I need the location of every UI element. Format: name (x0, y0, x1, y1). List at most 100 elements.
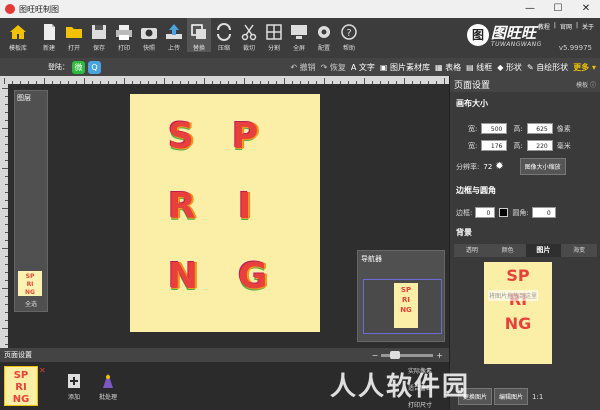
toolbar-button-camera[interactable]: 快照 (137, 18, 161, 52)
secondary-toolbar: 登陆： 微 Q ↶ 撤销 ↷ 恢复 A 文字 ▣ 图片素材库 ▦ 表格 ▤ 线框… (0, 58, 600, 76)
toolbar-button-replace[interactable]: 替换 (187, 18, 211, 52)
width-mm-input[interactable]: 176 (481, 140, 508, 151)
toolbar-button-gear[interactable]: 配置 (312, 18, 336, 52)
add-page-button[interactable]: 添加 (60, 372, 88, 401)
more-button[interactable]: 更多 ▾ (573, 62, 596, 73)
edit-image-button[interactable]: 编辑图片 (494, 388, 529, 405)
corner-input[interactable]: 0 (531, 207, 556, 218)
page-settings-bar: 页面设置 − + (0, 348, 449, 362)
width-px-input[interactable]: 500 (481, 123, 508, 134)
text-tool-label: 文字 (358, 62, 375, 72)
toolbar-button-new-file[interactable]: 新建 (37, 18, 61, 52)
tab-gradient[interactable]: 海变 (561, 244, 597, 257)
toolbar-button-compress[interactable]: 压缩 (212, 18, 236, 52)
redo-label: 恢复 (329, 62, 346, 72)
shape-tool-button[interactable]: ◆ 形状 (497, 62, 522, 73)
split-icon (266, 24, 282, 40)
border-input[interactable]: 0 (475, 207, 496, 218)
camera-icon (141, 28, 157, 39)
canvas-letter-i[interactable]: I (238, 186, 251, 227)
canvas-letter-n[interactable]: N (168, 256, 198, 297)
toolbar-button-split[interactable]: 分割 (262, 18, 286, 52)
border-color-swatch[interactable] (499, 208, 509, 217)
dpi-gear-icon[interactable]: ✹ (495, 161, 503, 172)
canvas-letter-r[interactable]: R (168, 186, 196, 227)
text-tool-button[interactable]: A 文字 (351, 62, 375, 73)
tutorial-link[interactable]: 教程 (538, 22, 550, 31)
tab-transparent[interactable]: 透明 (454, 244, 490, 257)
minimize-button[interactable]: — (516, 0, 544, 18)
page-thumbnail[interactable]: SP RI NG (4, 366, 38, 406)
maximize-button[interactable]: ☐ (544, 0, 572, 18)
material-library-button[interactable]: ▣ 图片素材库 (380, 62, 430, 73)
toolbar-button-monitor[interactable]: 全屏 (287, 18, 311, 52)
pagebar-title: 页面设置 (4, 351, 32, 359)
batch-label: 批处理 (98, 394, 117, 401)
zoom-slider-handle[interactable] (389, 350, 400, 359)
material-label: 图片素材库 (390, 62, 431, 72)
layer-thumbnail[interactable]: SP RI NG (18, 271, 42, 296)
toolbar-button-help[interactable]: ? 帮助 (337, 18, 361, 52)
website-link[interactable]: 官网 (560, 22, 572, 31)
navigator-viewport[interactable]: SP RI NG (363, 279, 442, 334)
resize-image-button[interactable]: 图像大小缩放 (519, 158, 566, 175)
monitor-icon (291, 25, 307, 39)
toolbar-button-scissors[interactable]: 裁切 (237, 18, 261, 52)
toolbar-button-print[interactable]: 打印 (112, 18, 136, 52)
svg-text:?: ? (346, 28, 351, 39)
toolbar-label: 压缩 (217, 45, 230, 52)
canvas-letter-p[interactable]: P (232, 116, 258, 157)
unit-mm: 毫米 (556, 141, 571, 150)
background-preview[interactable]: SPRING (484, 262, 552, 364)
border-label: 边框: (456, 208, 473, 217)
drop-hint: 将图片拖放到这里 (488, 290, 539, 301)
toolbar-button-open-folder[interactable]: 打开 (62, 18, 86, 52)
remove-page-icon[interactable]: ✕ (39, 366, 46, 375)
add-page-icon (68, 374, 80, 388)
toolbar-button-upload[interactable]: 上传 (162, 18, 186, 52)
tab-image[interactable]: 图片 (525, 244, 562, 257)
redo-button[interactable]: ↷ 恢复 (321, 62, 346, 73)
qq-login-icon[interactable]: Q (88, 60, 101, 74)
close-button[interactable]: ✕ (572, 0, 600, 18)
toolbar-label: 快照 (142, 45, 155, 52)
about-link[interactable]: 关于 (582, 22, 594, 31)
zoom-slider[interactable] (381, 350, 434, 359)
select-all-button[interactable]: 全选 (15, 299, 47, 308)
horizontal-ruler (0, 76, 449, 84)
custom-shape-button[interactable]: ✎ 自绘形状 (527, 62, 568, 73)
batch-button[interactable]: 批处理 (94, 372, 122, 401)
wechat-login-icon[interactable]: 微 (72, 60, 85, 74)
toolbar-button-save[interactable]: 保存 (87, 18, 111, 52)
undo-button[interactable]: ↶ 撤销 (290, 62, 315, 73)
zoom-in-button[interactable]: + (436, 351, 443, 360)
panel-header: 页面设置 模板 ⓘ (450, 76, 600, 92)
toolbar-label: 替换 (192, 45, 205, 52)
height-px-input[interactable]: 625 (526, 123, 553, 134)
frame-tool-button[interactable]: ▤ 线框 (466, 62, 492, 73)
compress-icon (217, 23, 231, 41)
navigator-panel: 导航器 SP RI NG (357, 250, 445, 342)
window-controls: — ☐ ✕ (516, 0, 600, 18)
house-icon (10, 25, 26, 39)
new-file-icon (44, 24, 55, 40)
vertical-ruler (0, 84, 8, 348)
zoom-out-button[interactable]: − (372, 351, 379, 360)
canvas-letter-g[interactable]: G (238, 256, 268, 297)
toolbar-label: 分割 (267, 45, 280, 52)
version-label: v5.99975 (558, 44, 592, 52)
template-library-label: 模板库 (8, 45, 27, 52)
panel-title: 页面设置 (454, 80, 491, 91)
design-canvas[interactable]: SPR ING (130, 94, 320, 332)
tab-color[interactable]: 颜色 (490, 244, 526, 257)
brand-sub: TUWANGWANG (491, 41, 542, 48)
template-button[interactable]: 模板 ⓘ (576, 80, 596, 89)
navigator-title: 导航器 (361, 255, 382, 263)
width-mm-label: 宽: (468, 141, 478, 150)
canvas-letter-s[interactable]: S (168, 116, 194, 157)
layers-title: 图层 (17, 94, 31, 102)
template-library-button[interactable]: 模板库 (0, 18, 36, 52)
window-title: 图旺旺制图 (19, 4, 59, 14)
table-tool-button[interactable]: ▦ 表格 (435, 62, 461, 73)
height-mm-input[interactable]: 220 (526, 140, 553, 151)
